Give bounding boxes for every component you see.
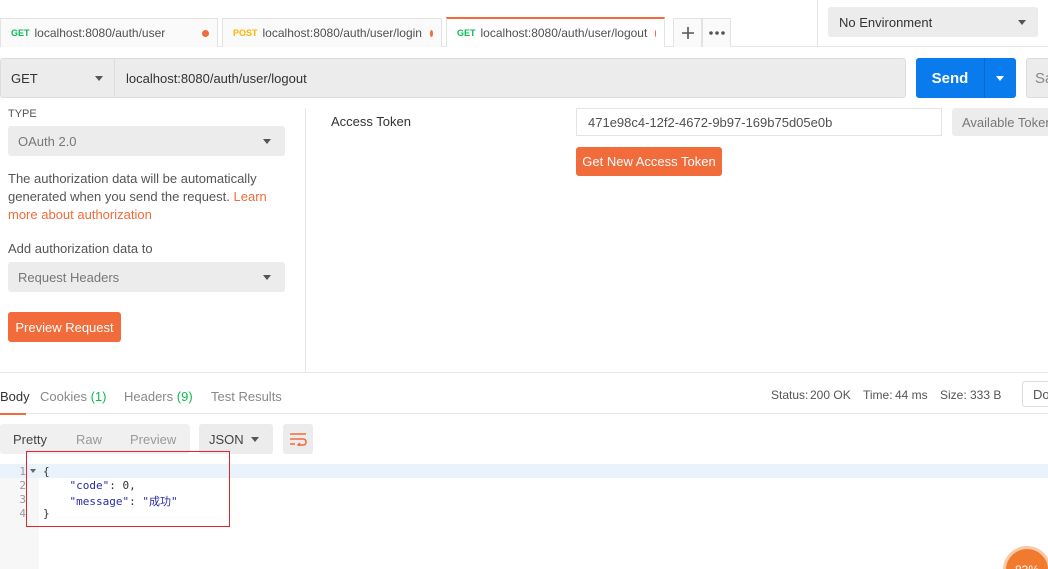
- cookies-count: (1): [90, 389, 107, 404]
- save-button[interactable]: Sa: [1026, 58, 1048, 98]
- request-tab-bar: GET localhost:8080/auth/user POST localh…: [0, 0, 1048, 47]
- chevron-down-icon: [251, 437, 259, 442]
- divider: [984, 58, 985, 98]
- method-label: GET: [11, 28, 30, 38]
- chevron-down-icon: [263, 139, 271, 144]
- line-number: 1: [19, 465, 26, 478]
- request-tab-user[interactable]: GET localhost:8080/auth/user: [0, 18, 218, 47]
- line-number: 4: [19, 507, 26, 520]
- tab-cookies-label: Cookies: [40, 389, 87, 404]
- chevron-down-icon[interactable]: [996, 76, 1004, 81]
- tab-url: localhost:8080/auth/user/logout: [480, 26, 648, 40]
- available-tokens-select[interactable]: Available Token: [952, 108, 1048, 136]
- format-value: JSON: [209, 431, 244, 447]
- unsaved-dot-icon: [655, 29, 656, 37]
- method-label: GET: [457, 28, 476, 38]
- auth-settings-pane: TYPE OAuth 2.0 The authorization data wi…: [0, 108, 306, 372]
- divider: [817, 0, 818, 47]
- unsaved-dot-icon: [202, 29, 209, 37]
- add-auth-to-label: Add authorization data to: [8, 241, 153, 256]
- annotation-highlight-box: [26, 451, 230, 527]
- preview-request-button[interactable]: Preview Request: [8, 312, 121, 342]
- tab-headers[interactable]: Headers (9): [124, 389, 193, 404]
- get-new-access-token-button[interactable]: Get New Access Token: [576, 147, 722, 176]
- auth-type-value: OAuth 2.0: [18, 133, 77, 149]
- unsaved-dot-icon: [429, 29, 433, 37]
- view-raw[interactable]: Raw: [76, 432, 102, 447]
- access-token-input[interactable]: 471e98c4-12f2-4672-9b97-169b75d05e0b: [576, 108, 942, 136]
- new-tab-button[interactable]: [673, 18, 702, 47]
- send-label: Send: [931, 69, 969, 87]
- access-token-label: Access Token: [331, 114, 411, 129]
- url-bar: GET localhost:8080/auth/user/logout: [0, 58, 906, 98]
- add-auth-to-value: Request Headers: [18, 269, 120, 285]
- method-value: GET: [11, 70, 38, 86]
- time-value[interactable]: 44 ms: [895, 388, 928, 402]
- tab-url: localhost:8080/auth/user: [34, 26, 166, 40]
- size-label: Size:: [940, 388, 967, 402]
- progress-badge: 83%: [1003, 546, 1048, 569]
- tab-body[interactable]: Body: [0, 389, 30, 404]
- chevron-down-icon: [263, 275, 271, 280]
- add-auth-to-select[interactable]: Request Headers: [8, 262, 285, 292]
- headers-count: (9): [176, 389, 193, 404]
- tab-url: localhost:8080/auth/user/login: [262, 26, 422, 40]
- request-tab-logout[interactable]: GET localhost:8080/auth/user/logout: [446, 17, 665, 47]
- save-label: Sa: [1035, 69, 1048, 87]
- line-number: 2: [19, 479, 26, 492]
- method-label: POST: [233, 28, 258, 38]
- tab-options-button[interactable]: [702, 18, 731, 47]
- response-header: Body Cookies (1) Headers (9) Test Result…: [0, 372, 1048, 415]
- url-input[interactable]: localhost:8080/auth/user/logout: [126, 71, 307, 86]
- tab-headers-label: Headers: [124, 389, 174, 404]
- send-button[interactable]: Send: [916, 58, 1016, 98]
- size-value[interactable]: 333 B: [970, 388, 1001, 402]
- chevron-down-icon: [1018, 20, 1026, 25]
- view-mode-group: Pretty Raw Preview: [0, 424, 190, 454]
- view-pretty[interactable]: Pretty: [13, 432, 47, 447]
- format-select[interactable]: JSON: [199, 424, 273, 454]
- tab-cookies[interactable]: Cookies (1): [40, 389, 106, 404]
- more-horizontal-icon: [708, 31, 725, 35]
- view-preview[interactable]: Preview: [130, 432, 176, 447]
- environment-select[interactable]: No Environment: [828, 7, 1038, 37]
- plus-icon: [681, 27, 694, 39]
- download-button[interactable]: Do: [1022, 381, 1048, 407]
- wrap-lines-button[interactable]: [283, 424, 313, 454]
- auth-description: The authorization data will be automatic…: [8, 170, 278, 224]
- line-number: 3: [19, 493, 26, 506]
- status-value[interactable]: 200 OK: [810, 388, 851, 402]
- status-label: Status:: [771, 388, 809, 402]
- wrap-lines-icon: [290, 433, 307, 446]
- request-tab-login[interactable]: POST localhost:8080/auth/user/login: [222, 18, 442, 47]
- time-label: Time:: [863, 388, 893, 402]
- chevron-down-icon: [95, 76, 103, 81]
- environment-value: No Environment: [839, 14, 933, 30]
- tab-test-results[interactable]: Test Results: [211, 389, 282, 404]
- auth-description-text: The authorization data will be automatic…: [8, 171, 257, 204]
- auth-type-label: TYPE: [8, 108, 37, 120]
- method-select[interactable]: GET: [1, 59, 115, 97]
- auth-type-select[interactable]: OAuth 2.0: [8, 126, 285, 156]
- active-tab-indicator: [0, 413, 26, 415]
